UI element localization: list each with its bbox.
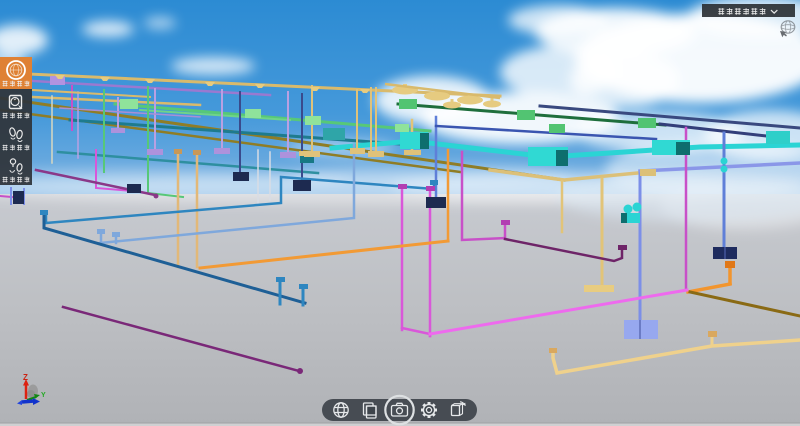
- svg-text:Z: Z: [23, 373, 28, 382]
- svg-text:Y: Y: [41, 392, 46, 399]
